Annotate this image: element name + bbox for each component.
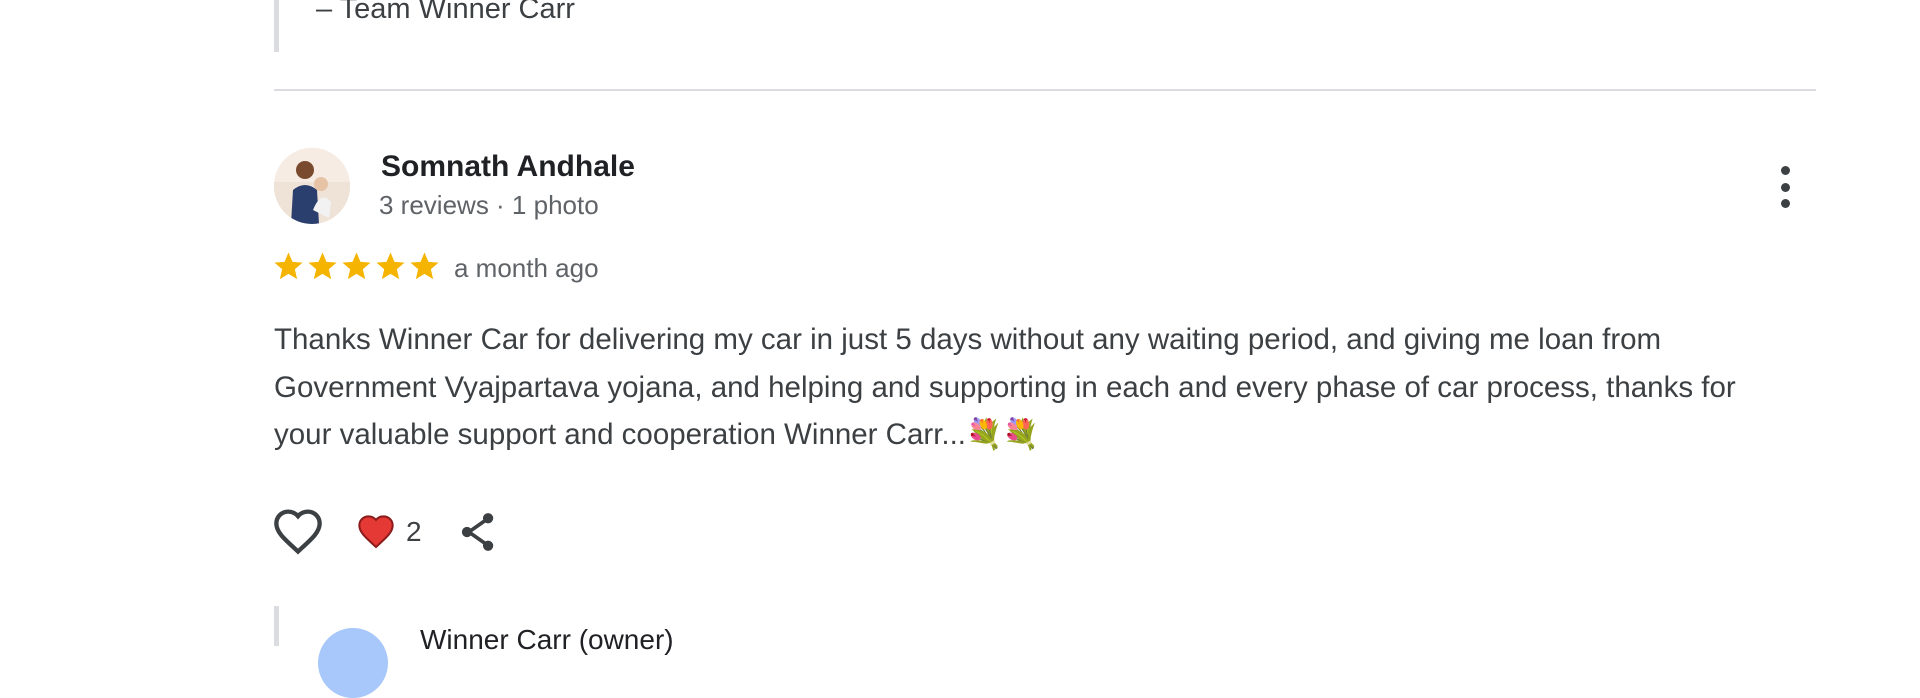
avatar[interactable] bbox=[274, 148, 350, 224]
previous-reply-bar bbox=[274, 0, 279, 52]
previous-reply-signature: – Team Winner Carr bbox=[316, 0, 575, 25]
review-time: a month ago bbox=[454, 253, 599, 283]
avatar-photo bbox=[274, 148, 350, 224]
review-divider bbox=[274, 89, 1816, 91]
more-options-button[interactable] bbox=[1770, 162, 1800, 212]
like-count: 2 bbox=[406, 516, 422, 547]
star-icon bbox=[308, 252, 337, 280]
like-button[interactable] bbox=[272, 506, 324, 558]
star-rating bbox=[272, 250, 441, 286]
more-vert-icon-dot bbox=[1780, 199, 1790, 208]
owner-reply-bar bbox=[274, 606, 279, 646]
star-icon bbox=[410, 252, 439, 280]
owner-reply-name[interactable]: Winner Carr (owner) bbox=[420, 624, 674, 656]
more-vert-icon-dot bbox=[1780, 182, 1790, 192]
owner-avatar[interactable] bbox=[318, 628, 388, 698]
review-text: Thanks Winner Car for delivering my car … bbox=[274, 323, 1736, 451]
star-icon bbox=[376, 252, 405, 280]
star-icon bbox=[342, 252, 371, 280]
share-button[interactable] bbox=[456, 510, 500, 554]
review-actions: 2 bbox=[272, 504, 500, 560]
reviewer-meta: 3 reviews · 1 photo bbox=[379, 190, 599, 220]
share-icon bbox=[461, 513, 493, 551]
star-icon bbox=[274, 252, 303, 280]
reaction-summary[interactable]: 2 bbox=[356, 512, 422, 552]
heart-outline-icon bbox=[274, 509, 322, 555]
reviewer-name[interactable]: Somnath Andhale bbox=[381, 150, 635, 184]
heart-filled-icon bbox=[358, 515, 394, 549]
more-vert-icon bbox=[1780, 166, 1790, 175]
